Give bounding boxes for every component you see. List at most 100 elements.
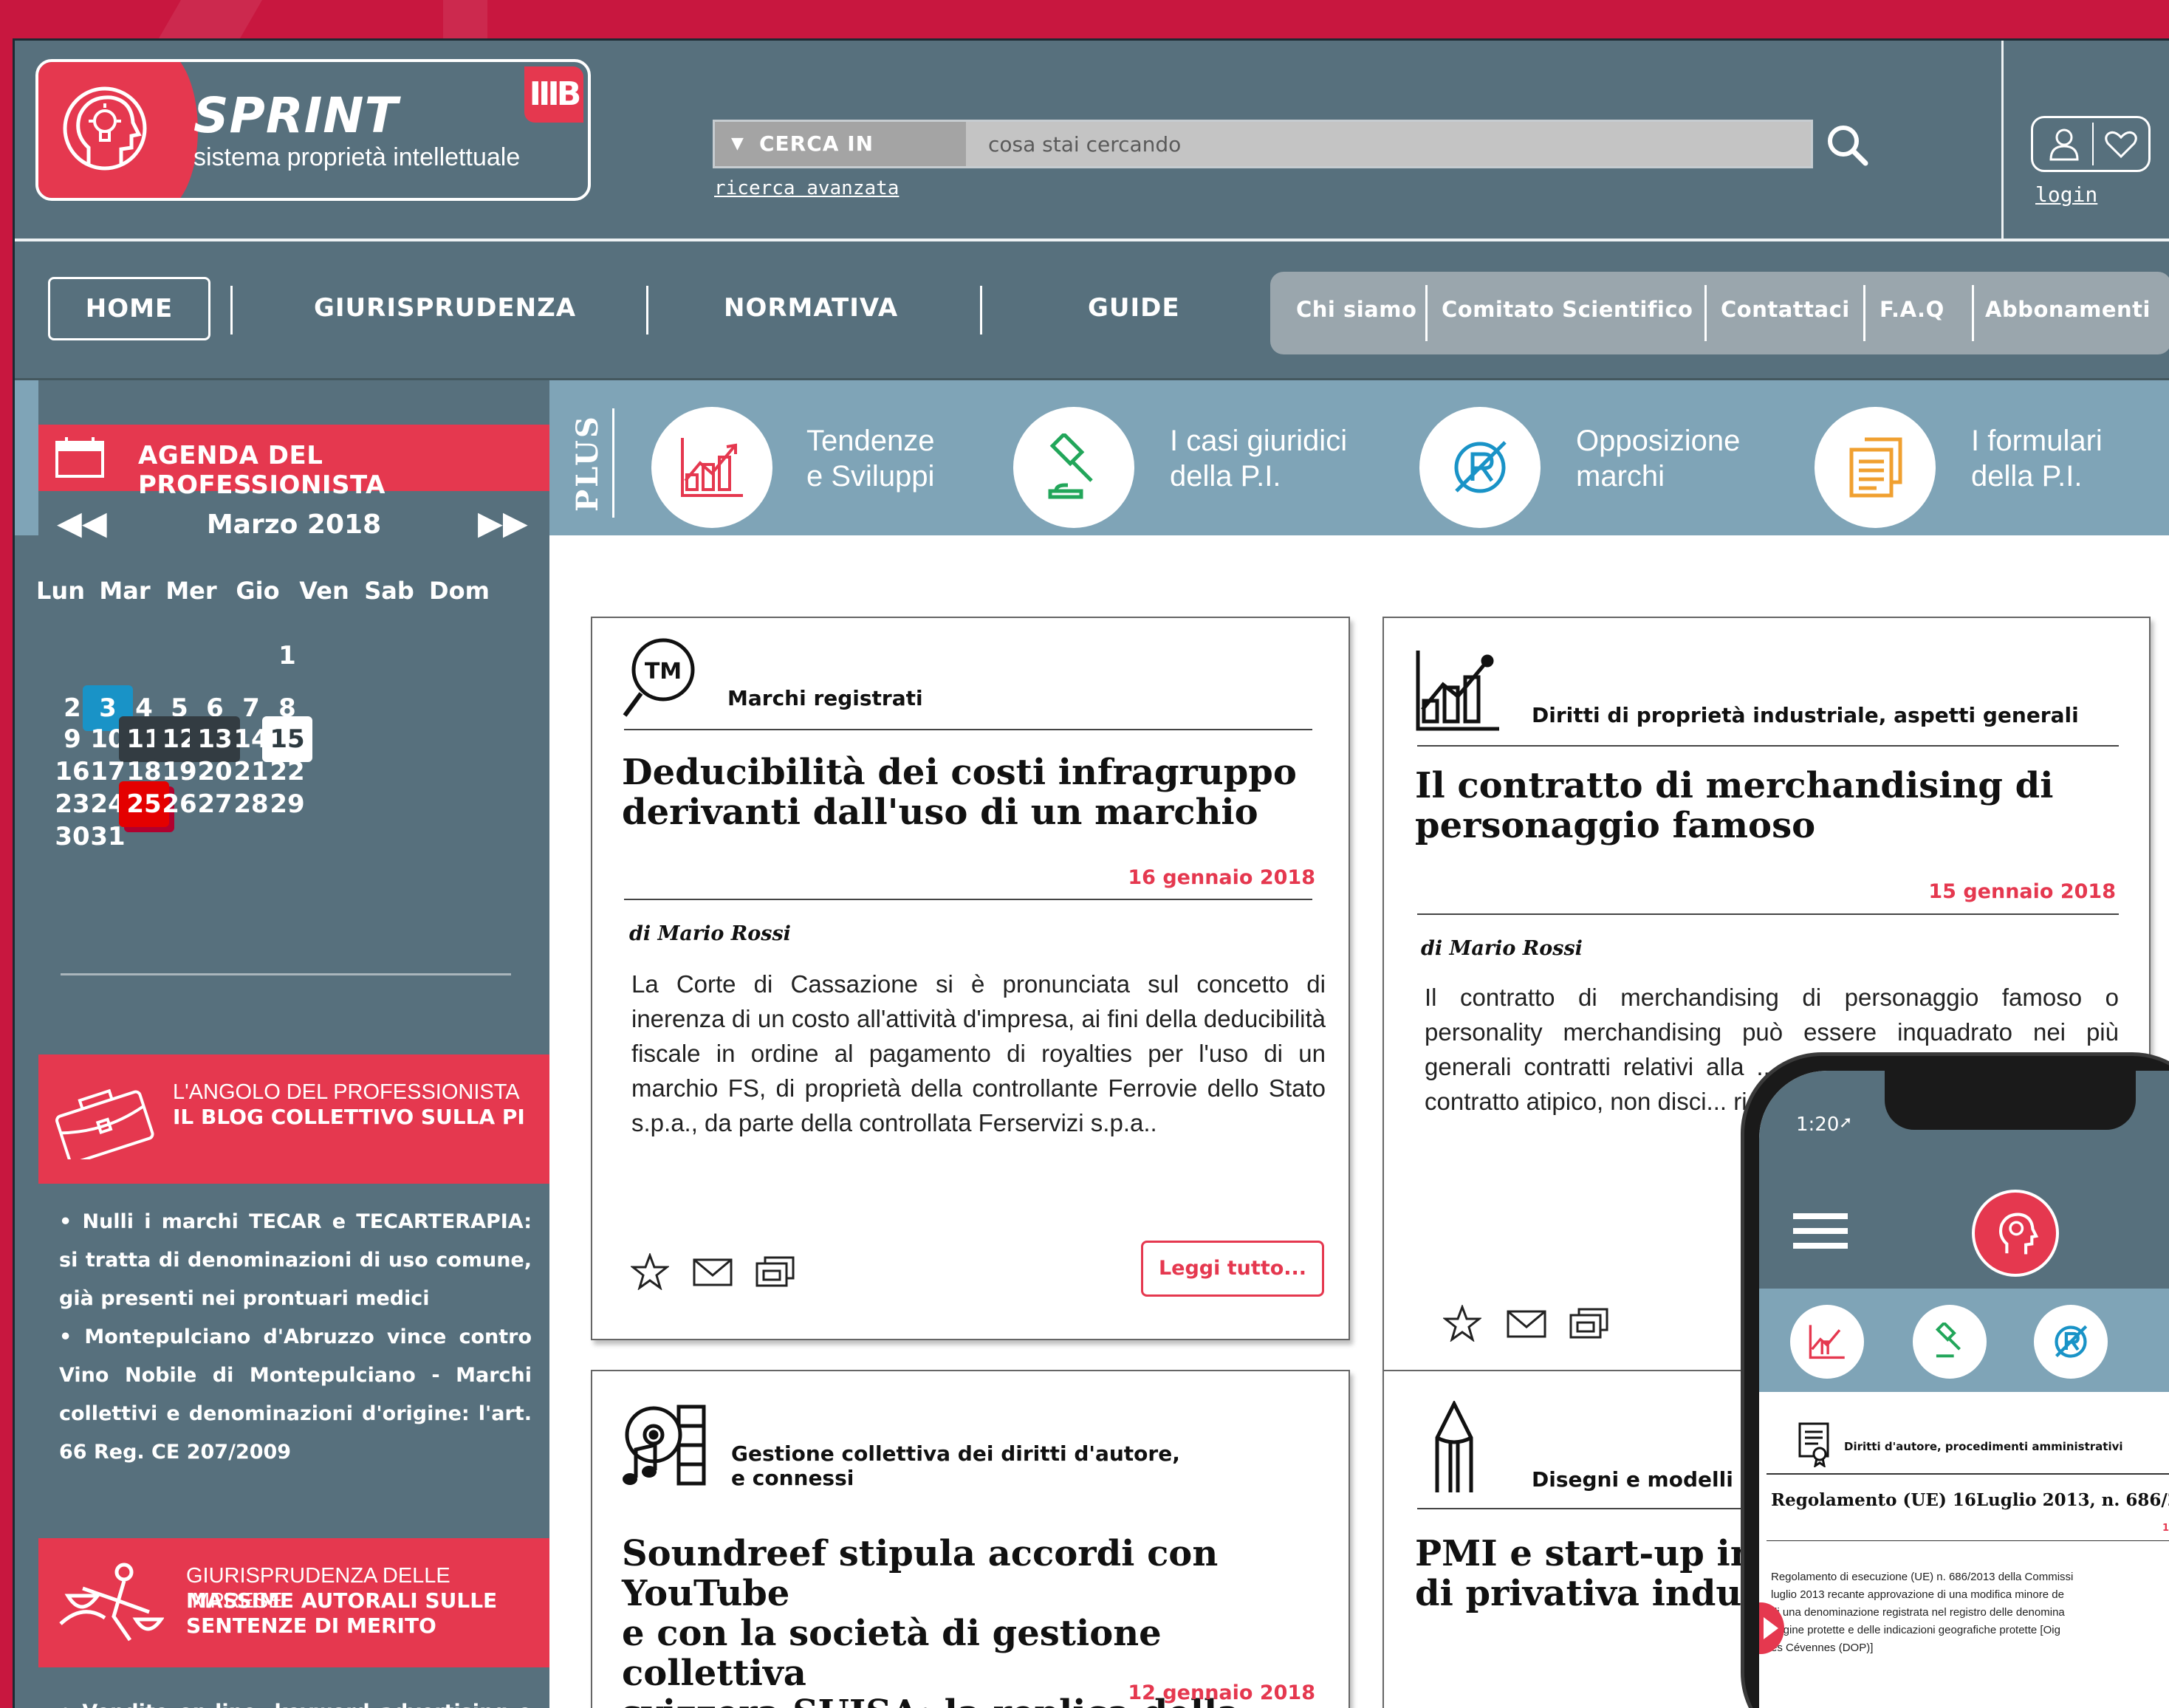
plus-casi-giuridici-button[interactable] xyxy=(1013,407,1134,528)
plus-opposizione-label[interactable]: Opposizione marchi xyxy=(1576,423,1740,494)
nav-faq[interactable]: F.A.Q xyxy=(1880,297,1944,322)
sidebar-panel: AGENDA DEL PROFESSIONISTA ◀◀ Marzo 2018 … xyxy=(36,380,549,1708)
lightbulb-head-icon xyxy=(63,86,147,171)
search-scope-dropdown[interactable]: ▼ CERCA IN xyxy=(715,122,966,166)
star-icon[interactable] xyxy=(631,1253,669,1290)
search-scope-label: CERCA IN xyxy=(759,131,874,156)
nav-guide[interactable]: GUIDE xyxy=(1088,293,1180,323)
weekday-label: Lun xyxy=(36,577,85,605)
nav-normativa[interactable]: NORMATIVA xyxy=(724,293,898,323)
user-icon[interactable] xyxy=(2048,127,2080,162)
weekday-label: Mar xyxy=(99,577,151,605)
calendar-day[interactable]: 31 xyxy=(83,814,133,860)
phone-time: 1:20 xyxy=(1796,1114,1840,1136)
phone-logo[interactable] xyxy=(1972,1190,2059,1277)
print-icon[interactable] xyxy=(1569,1306,1610,1340)
giurisprudenza-news-item[interactable]: • Vendite on-line, keyword advertising e… xyxy=(59,1693,532,1708)
menu-icon-bar xyxy=(1793,1243,1848,1249)
mail-icon[interactable] xyxy=(1506,1309,1547,1339)
plus-label-line: I formulari xyxy=(1971,425,2103,457)
nav-abbonamenti[interactable]: Abbonamenti xyxy=(1985,297,2151,322)
pencil-icon xyxy=(1435,1401,1473,1492)
plus-casi-giuridici-label[interactable]: I casi giuridici della P.I. xyxy=(1170,423,1347,494)
calendar-icon xyxy=(55,437,104,478)
mail-icon[interactable] xyxy=(692,1258,733,1287)
nav-separator xyxy=(980,286,982,335)
plus-formulari-button[interactable] xyxy=(1815,407,1936,528)
article-title[interactable]: PMI e start-up inn di privativa indus xyxy=(1415,1534,1782,1613)
giurisprudenza-imprese-header[interactable]: GIURISPRUDENZA DELLE IMPRESE MASSIME AUT… xyxy=(38,1538,549,1667)
plus-tendenze-button[interactable] xyxy=(651,407,772,528)
secondary-nav: Chi siamo Comitato Scientifico Contattac… xyxy=(1270,272,2169,354)
calendar-day[interactable]: 1 xyxy=(262,641,312,670)
lightbulb-head-icon xyxy=(1999,1213,2039,1255)
article-category: Gestione collettiva dei diritti d'autore… xyxy=(731,1441,1180,1490)
certificate-icon xyxy=(1798,1422,1829,1467)
blog-news-item[interactable]: • Montepulciano d'Abruzzo vince contro V… xyxy=(59,1318,532,1472)
article-title-line: Soundreef stipula accordi con YouTube xyxy=(622,1533,1219,1614)
sidebar: AGENDA DEL PROFESSIONISTA ◀◀ Marzo 2018 … xyxy=(15,380,549,1708)
search-icon[interactable] xyxy=(1823,120,1874,172)
article-date: 15 gennaio 2018 xyxy=(1928,880,2116,903)
next-month-icon[interactable]: ▶▶ xyxy=(478,504,528,542)
play-icon xyxy=(1764,1617,1778,1639)
divider xyxy=(1417,913,2119,915)
logo[interactable]: SPRINT sistema proprietà intellettuale I… xyxy=(35,59,591,201)
menu-icon[interactable] xyxy=(1793,1213,1848,1219)
phone-status-bar: 1:20 ➚ xyxy=(1759,1071,2169,1178)
phone-body-line: luglio 2013 recante approvazione di una … xyxy=(1771,1588,2064,1601)
search-input[interactable] xyxy=(988,122,1811,166)
read-more-button[interactable]: Leggi tutto... xyxy=(1141,1241,1324,1297)
plus-label-line: marchi xyxy=(1576,460,1665,493)
article-title[interactable]: Deducibilità dei costi infragruppo deriv… xyxy=(622,752,1297,832)
plus-label-line: della P.I. xyxy=(1971,460,2083,493)
phone-plus-opposizione[interactable] xyxy=(2034,1305,2108,1379)
nav-comitato-scientifico[interactable]: Comitato Scientifico xyxy=(1442,297,1693,322)
phone-notch xyxy=(1885,1071,2136,1130)
background-stripe xyxy=(158,0,263,38)
blog-news-item[interactable]: • Nulli i marchi TECAR e TECARTERAPIA: s… xyxy=(59,1203,532,1318)
phone-plus-bar xyxy=(1759,1289,2169,1392)
phone-plus-gavel[interactable] xyxy=(1913,1305,1987,1379)
giurisprudenza-line2: MASSIME AUTORALI SULLE xyxy=(186,1588,498,1613)
header-divider xyxy=(2001,41,2004,239)
angolo-line1: L'ANGOLO DEL PROFESSIONISTA xyxy=(173,1080,520,1104)
plus-bar: PLUS Tendenze e Sviluppi I casi giuridic… xyxy=(549,380,2169,535)
print-icon[interactable] xyxy=(755,1255,796,1289)
agenda-title: AGENDA DEL PROFESSIONISTA xyxy=(138,441,386,500)
calendar-month: Marzo 2018 xyxy=(206,510,382,540)
nav-separator xyxy=(1863,285,1865,341)
article-author: di Mario Rossi xyxy=(629,922,791,945)
svg-text:TM: TM xyxy=(645,659,682,685)
nav-contattaci[interactable]: Contattaci xyxy=(1721,297,1850,322)
article-author: di Mario Rossi xyxy=(1421,937,1583,960)
article-title[interactable]: Il contratto di merchandising di persona… xyxy=(1415,766,2053,846)
calendar-day[interactable]: 29 xyxy=(262,781,312,827)
phone-screen: 1:20 ➚ Diritti d'autore, procedimenti am… xyxy=(1759,1071,2169,1708)
login-link[interactable]: login xyxy=(2035,182,2097,207)
plus-label: PLUS xyxy=(570,408,614,518)
weekday-label: Ven xyxy=(299,577,349,605)
phone-plus-chart[interactable] xyxy=(1790,1305,1864,1379)
advanced-search-link[interactable]: ricerca avanzata xyxy=(714,177,899,199)
angolo-professionista-header[interactable]: L'ANGOLO DEL PROFESSIONISTA IL BLOG COLL… xyxy=(38,1054,549,1184)
heart-icon[interactable] xyxy=(2104,130,2138,160)
plus-label-line: Opposizione xyxy=(1576,425,1741,457)
nav-chi-siamo[interactable]: Chi siamo xyxy=(1296,297,1416,322)
documents-icon xyxy=(1849,437,1902,498)
plus-opposizione-button[interactable] xyxy=(1419,407,1541,528)
article-title-line: Il contratto di merchandising di xyxy=(1415,765,2054,806)
account-box xyxy=(2031,116,2151,172)
plus-tendenze-label[interactable]: Tendenze e Sviluppi xyxy=(806,423,934,494)
briefcase-icon xyxy=(55,1088,154,1159)
nav-home[interactable]: HOME xyxy=(48,277,210,340)
plus-formulari-label[interactable]: I formulari della P.I. xyxy=(1971,423,2103,494)
plus-label-line: della P.I. xyxy=(1170,460,1281,493)
phone-body-line: di una denominazione registrata nel regi… xyxy=(1771,1606,2065,1619)
nav-giurisprudenza[interactable]: GIURISPRUDENZA xyxy=(314,293,576,323)
star-icon[interactable] xyxy=(1443,1305,1481,1342)
phone-article-title[interactable]: Regolamento (UE) 16Luglio 2013, n. 686/2… xyxy=(1771,1490,2169,1510)
article-category: Marchi registrati xyxy=(727,686,923,710)
article-title-line: personaggio famoso xyxy=(1415,805,1816,846)
article-date: 16 gennaio 2018 xyxy=(1128,866,1315,889)
